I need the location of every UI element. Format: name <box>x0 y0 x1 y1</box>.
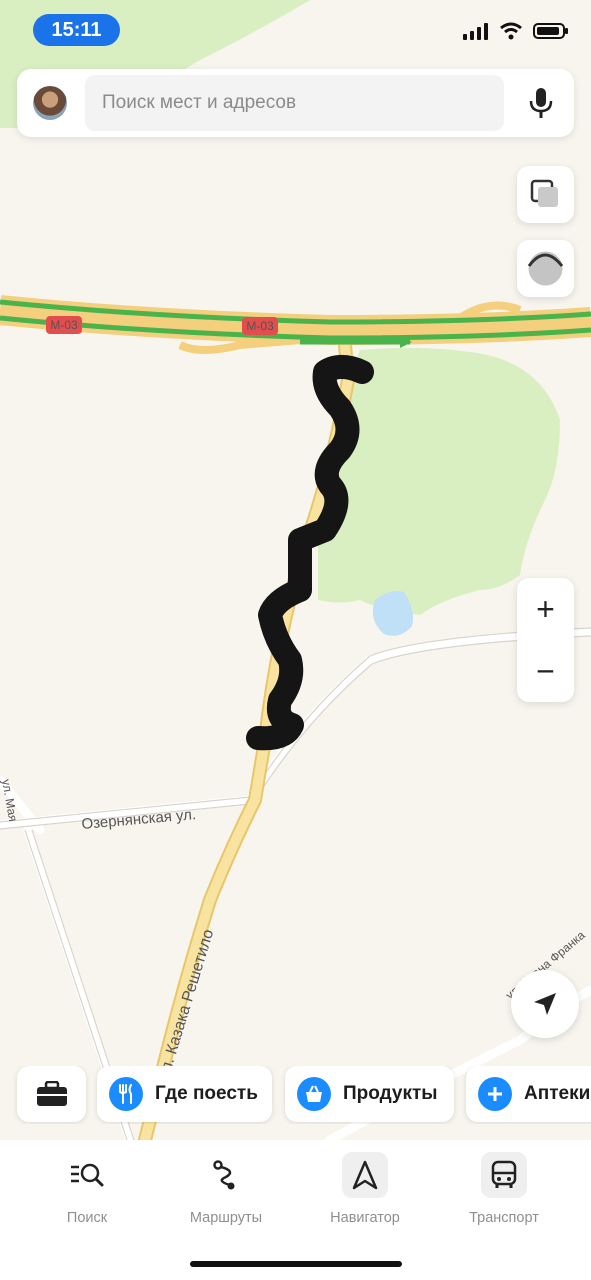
chip-groceries[interactable]: Продукты <box>285 1066 454 1122</box>
tab-routes[interactable]: Маршруты <box>166 1150 286 1250</box>
location-arrow-icon <box>534 993 556 1015</box>
basket-icon <box>297 1077 331 1111</box>
tab-label: Поиск <box>66 1210 108 1226</box>
briefcase-icon <box>36 1081 67 1106</box>
zoom-out-button[interactable]: − <box>517 640 574 702</box>
layers-icon <box>530 179 558 207</box>
wifi-icon <box>500 22 522 40</box>
search-input[interactable]: Поиск мест и адресов <box>85 75 504 131</box>
chip-pharmacy[interactable]: Аптеки <box>466 1066 591 1122</box>
globe-icon <box>527 251 564 286</box>
fork-knife-icon <box>109 1077 143 1111</box>
category-chips: Где поесть Продукты Аптеки <box>0 1066 591 1124</box>
status-icons <box>463 22 569 40</box>
search-bar: Поиск мест и адресов <box>17 69 574 137</box>
chip-label: Продукты <box>343 1083 438 1104</box>
plus-icon <box>478 1077 512 1111</box>
highway-shield: M-03 <box>246 319 274 333</box>
chip-label: Аптеки <box>524 1083 591 1104</box>
highway-shield: M-03 <box>50 318 78 332</box>
bus-icon <box>481 1152 527 1198</box>
bottom-tab-bar: Поиск Маршруты Навигатор Транспорт <box>0 1140 591 1280</box>
search-list-icon <box>64 1152 110 1198</box>
tab-label: Маршруты <box>189 1210 263 1226</box>
tab-navigator[interactable]: Навигатор <box>305 1150 425 1250</box>
microphone-icon[interactable] <box>528 87 554 119</box>
route-icon <box>203 1152 249 1198</box>
tab-label: Транспорт <box>469 1210 539 1226</box>
zoom-control: + − <box>517 578 574 702</box>
tab-label: Навигатор <box>330 1210 400 1226</box>
chip-briefcase[interactable] <box>17 1066 86 1122</box>
tab-search[interactable]: Поиск <box>27 1150 147 1250</box>
battery-icon <box>533 23 568 39</box>
home-indicator <box>190 1261 402 1267</box>
avatar[interactable] <box>33 86 67 120</box>
map-mode-button[interactable] <box>517 240 574 297</box>
tab-transport[interactable]: Транспорт <box>444 1150 564 1250</box>
chip-label: Где поесть <box>155 1083 258 1104</box>
layers-button[interactable] <box>517 166 574 223</box>
navigator-arrow-icon <box>342 1152 388 1198</box>
chip-food[interactable]: Где поесть <box>97 1066 272 1122</box>
my-location-button[interactable] <box>511 970 579 1038</box>
cellular-signal-icon <box>463 23 488 40</box>
status-time: 15:11 <box>33 14 120 46</box>
status-bar: 15:11 <box>0 0 591 64</box>
zoom-in-button[interactable]: + <box>517 578 574 640</box>
